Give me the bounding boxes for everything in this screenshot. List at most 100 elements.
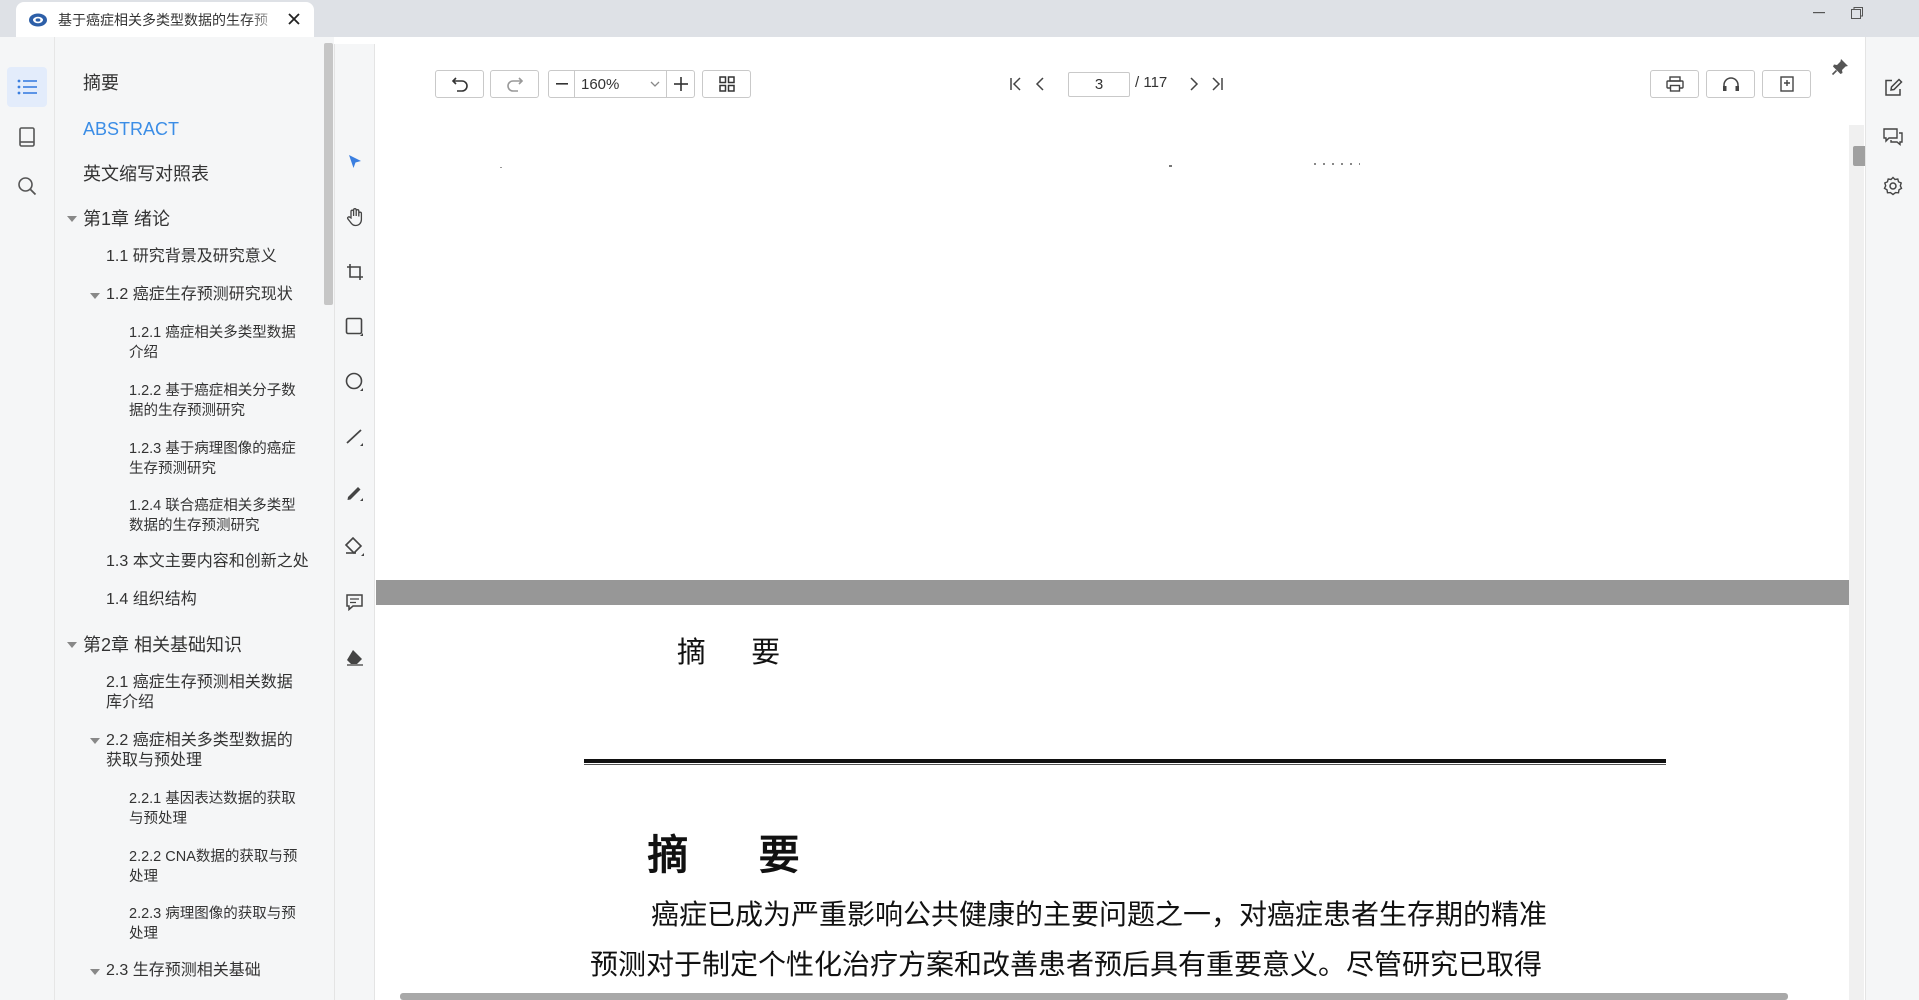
outline-item-label: 1.4 组织结构 — [106, 591, 197, 608]
printer-icon — [1665, 76, 1684, 92]
paragraph-line: 癌症已成为严重影响公共健康的主要问题之一，对癌症患者生存期的精准 — [651, 898, 1548, 931]
outline-item[interactable]: 1.4 组织结构 — [106, 590, 197, 610]
scan-speck — [1314, 163, 1360, 165]
bookmark-add-icon — [1779, 76, 1794, 92]
right-icon-rail — [1865, 37, 1919, 1000]
search-icon[interactable] — [7, 166, 47, 206]
page-upper — [376, 125, 1849, 580]
tab-title: 基于癌症相关多类型数据的生存预 — [58, 11, 268, 28]
chevron-down-icon — [650, 81, 660, 87]
outline-item[interactable]: 1.2.1 癌症相关多类型数据介绍 — [129, 323, 309, 363]
redo-button[interactable] — [490, 70, 539, 98]
settings-gear-icon[interactable] — [1873, 166, 1913, 206]
redo-icon — [506, 76, 524, 92]
outline-item-label: 第1章 绪论 — [83, 209, 171, 229]
outline-scrollbar[interactable] — [324, 43, 333, 305]
title-bar: 基于癌症相关多类型数据的生存预 — [0, 0, 1919, 37]
restore-icon[interactable] — [1834, 0, 1880, 26]
running-head: 摘 要 — [676, 635, 799, 669]
header-rule — [584, 759, 1666, 763]
abstract-title: 摘 要 — [647, 831, 828, 879]
collapse-caret-icon[interactable] — [67, 216, 77, 222]
circle-icon[interactable] — [335, 362, 375, 402]
add-bookmark-button[interactable] — [1762, 70, 1811, 98]
previous-page-icon[interactable] — [1030, 74, 1050, 94]
rectangle-icon[interactable] — [335, 307, 375, 347]
outline-item[interactable]: 1.1 研究背景及研究意义 — [106, 247, 277, 267]
plus-icon — [673, 77, 688, 91]
outline-item-label: 1.2 癌症生存预测研究现状 — [106, 286, 293, 303]
bookmark-book-icon[interactable] — [7, 117, 47, 157]
outline-item[interactable]: 摘要 — [83, 73, 119, 93]
pdf-reader-icon — [28, 12, 48, 28]
scan-speck — [1169, 165, 1172, 167]
collapse-caret-icon[interactable] — [90, 969, 100, 975]
next-page-icon[interactable] — [1184, 74, 1204, 94]
read-aloud-button[interactable] — [1706, 70, 1755, 98]
outline-item[interactable]: 2.2 癌症相关多类型数据的获取与预处理 — [106, 731, 306, 771]
outline-item[interactable]: 1.2.2 基于癌症相关分子数据的生存预测研究 — [129, 381, 309, 421]
page-layout-button[interactable] — [702, 70, 751, 98]
page-total: / 117 — [1135, 74, 1168, 91]
outline-item-label: 1.1 研究背景及研究意义 — [106, 248, 277, 265]
outline-item-label: 英文缩写对照表 — [83, 164, 209, 184]
collapse-caret-icon[interactable] — [90, 738, 100, 744]
scan-speck — [500, 167, 502, 168]
line-icon[interactable] — [335, 417, 375, 457]
paragraph-line: 预测对于制定个性化治疗方案和改善患者预后具有重要意义。尽管研究已取得 — [590, 948, 1543, 981]
outline-item[interactable]: 英文缩写对照表 — [83, 164, 209, 184]
outline-item[interactable]: ABSTRACT — [83, 119, 179, 139]
grid-layout-icon — [718, 76, 735, 92]
crop-icon[interactable] — [335, 252, 375, 292]
hand-pan-icon[interactable] — [335, 197, 375, 237]
outline-list-icon[interactable] — [7, 67, 47, 107]
zoom-out-button[interactable] — [549, 71, 575, 97]
outline-item-label: 1.2.2 基于癌症相关分子数据的生存预测研究 — [129, 383, 296, 419]
outline-item-label: 1.2.3 基于病理图像的癌症生存预测研究 — [129, 441, 296, 477]
comment-icon[interactable] — [335, 582, 375, 622]
close-tab-icon[interactable] — [284, 9, 304, 29]
minus-icon — [555, 83, 568, 85]
headphones-icon — [1722, 76, 1740, 92]
zoom-control: 160% — [548, 70, 695, 98]
last-page-icon[interactable] — [1207, 74, 1227, 94]
outline-item[interactable]: 第1章 绪论 — [83, 209, 170, 229]
page-gap — [376, 580, 1849, 605]
outline-item[interactable]: 2.3 生存预测相关基础 — [106, 961, 261, 981]
horizontal-scrollbar[interactable] — [400, 993, 1788, 1000]
document-scrollbar-track[interactable] — [1849, 125, 1864, 1000]
outline-item[interactable]: 1.2 癌症生存预测研究现状 — [106, 285, 293, 305]
undo-button[interactable] — [435, 70, 484, 98]
outline-item-label: 1.3 本文主要内容和创新之处 — [106, 553, 309, 570]
zoom-in-button[interactable] — [667, 71, 694, 97]
header-rule-thin — [584, 764, 1666, 765]
document-tab[interactable]: 基于癌症相关多类型数据的生存预 — [16, 2, 314, 37]
outline-item-label: 2.1 癌症生存预测相关数据库介绍 — [106, 674, 293, 711]
highlighter-icon[interactable] — [335, 527, 375, 567]
zoom-value: 160% — [581, 75, 620, 93]
collapse-caret-icon[interactable] — [90, 293, 100, 299]
pin-icon[interactable] — [1829, 56, 1851, 78]
select-arrow-icon[interactable] — [335, 142, 375, 182]
edit-annotate-icon[interactable] — [1873, 68, 1913, 108]
chat-comments-icon[interactable] — [1873, 117, 1913, 157]
outline-item-label: 2.2 癌症相关多类型数据的获取与预处理 — [106, 732, 293, 769]
print-button[interactable] — [1650, 70, 1699, 98]
outline-item[interactable]: 2.2.3 病理图像的获取与预处理 — [129, 904, 309, 944]
viewer-toolbar: 160% 3 / 117 — [376, 37, 1849, 125]
page-number-input[interactable]: 3 — [1068, 72, 1130, 97]
outline-item-label: 2.3 生存预测相关基础 — [106, 962, 261, 979]
pen-icon[interactable] — [335, 472, 375, 512]
outline-item-label: ABSTRACT — [83, 119, 180, 139]
first-page-icon[interactable] — [1006, 74, 1026, 94]
zoom-select[interactable]: 160% — [575, 71, 667, 97]
outline-item-label: 1.2.4 联合癌症相关多类型数据的生存预测研究 — [129, 498, 296, 534]
undo-icon — [451, 76, 469, 92]
outline-item[interactable]: 1.3 本文主要内容和创新之处 — [106, 552, 309, 572]
outline-item-label: 1.2.1 癌症相关多类型数据介绍 — [129, 325, 296, 361]
outline-item[interactable]: 1.2.4 联合癌症相关多类型数据的生存预测研究 — [129, 496, 309, 536]
outline-item-label: 摘要 — [83, 73, 119, 93]
outline-item[interactable]: 2.1 癌症生存预测相关数据库介绍 — [106, 673, 306, 713]
outline-item-label: 2.2.3 病理图像的获取与预处理 — [129, 906, 296, 942]
outline-item[interactable]: 1.2.3 基于病理图像的癌症生存预测研究 — [129, 439, 309, 479]
